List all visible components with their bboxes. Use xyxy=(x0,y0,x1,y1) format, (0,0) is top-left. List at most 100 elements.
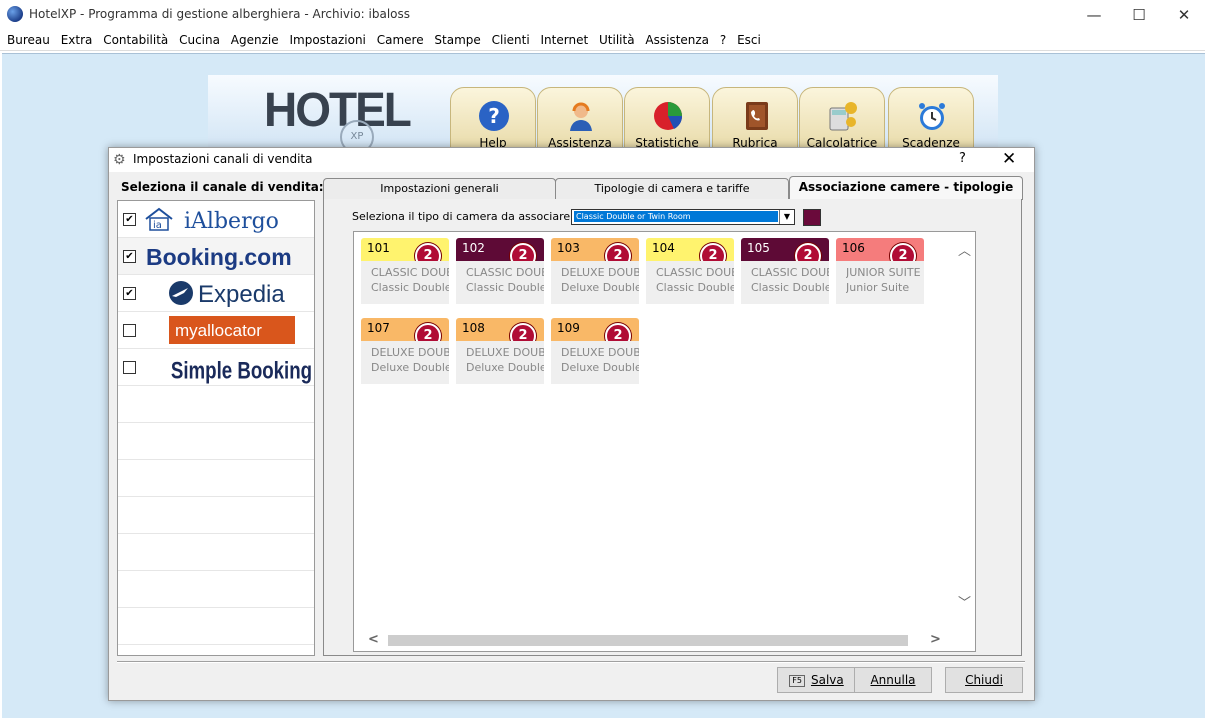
calculator-icon xyxy=(829,102,857,131)
room-card[interactable]: 101 2 CLASSIC DOUB... Classic Double... xyxy=(361,238,449,304)
menu-help[interactable]: ? xyxy=(720,30,726,50)
channel-row-empty xyxy=(118,386,314,423)
menu-assistenza[interactable]: Assistenza xyxy=(645,30,709,50)
room-number: 101 xyxy=(367,241,390,255)
chevron-down-icon[interactable]: ▼ xyxy=(779,210,794,224)
vertical-scrollbar[interactable]: ︿ ﹀ xyxy=(955,232,973,615)
room-type: CLASSIC DOUB... xyxy=(371,266,449,279)
channel-list: ✔ ia iAlbergo ✔ Booking.com ✔ Expedia mya… xyxy=(117,200,331,656)
menu-esci[interactable]: Esci xyxy=(737,30,761,50)
menu-clienti[interactable]: Clienti xyxy=(492,30,530,50)
channel-checkbox-ialbergo[interactable]: ✔ xyxy=(123,213,136,226)
close-button[interactable]: Chiudi xyxy=(945,667,1023,693)
ialbergo-logo-text: iAlbergo xyxy=(184,209,279,234)
room-desc: Classic Double... xyxy=(371,281,449,294)
dialog-titlebar: ⚙ Impostazioni canali di vendita ? ✕ xyxy=(109,148,1034,172)
close-window-button[interactable]: ✕ xyxy=(1161,2,1205,28)
simplebooking-logo-text: Simple Booking™ xyxy=(171,356,312,384)
room-card[interactable]: 105 2 CLASSIC DOUB... Classic Double... xyxy=(741,238,829,304)
channel-row-empty xyxy=(118,460,314,497)
channel-row-simplebooking[interactable]: Simple Booking™ xyxy=(118,349,331,386)
room-card[interactable]: 106 2 JUNIOR SUITE Junior Suite xyxy=(836,238,924,304)
toolbar-scadenze-button[interactable]: Scadenze xyxy=(888,87,974,155)
menu-camere[interactable]: Camere xyxy=(377,30,424,50)
f5-key-icon: F5 xyxy=(789,674,805,687)
toolbar-assistenza-button[interactable]: Assistenza xyxy=(537,87,623,155)
room-desc: Junior Suite xyxy=(846,281,910,294)
toolbar-rubrica-button[interactable]: Rubrica xyxy=(712,87,798,155)
room-card[interactable]: 102 2 CLASSIC DOUB... Classic Double... xyxy=(456,238,544,304)
svg-text:?: ? xyxy=(488,104,500,128)
channel-checkbox-booking[interactable]: ✔ xyxy=(123,250,136,263)
dialog-help-button[interactable]: ? xyxy=(959,151,966,166)
channel-row-empty xyxy=(118,571,314,608)
myallocator-logo: myallocator xyxy=(142,312,312,348)
expedia-logo-text: Expedia xyxy=(198,281,285,308)
minimize-button[interactable]: — xyxy=(1071,2,1117,28)
alarm-clock-icon xyxy=(919,103,945,130)
chevron-left-icon[interactable]: < xyxy=(368,632,379,647)
menu-impostazioni[interactable]: Impostazioni xyxy=(289,30,365,50)
channel-row-booking[interactable]: ✔ Booking.com xyxy=(118,238,314,275)
save-button[interactable]: F5 Salva xyxy=(777,667,856,693)
menu-bar: Bureau Extra Contabilità Cucina Agenzie … xyxy=(0,30,1205,51)
menu-agenzie[interactable]: Agenzie xyxy=(231,30,279,50)
help-icon: ? xyxy=(479,101,509,131)
menu-stampe[interactable]: Stampe xyxy=(434,30,480,50)
channel-row-ialbergo[interactable]: ✔ ia iAlbergo xyxy=(118,201,314,238)
room-card[interactable]: 109 2 DELUXE DOUBLE Deluxe Double ... xyxy=(551,318,639,384)
room-type: DELUXE DOUBLE xyxy=(371,346,449,359)
menu-extra[interactable]: Extra xyxy=(61,30,93,50)
room-type-color-swatch xyxy=(803,209,821,226)
channel-row-expedia[interactable]: ✔ Expedia xyxy=(118,275,314,312)
channel-checkbox-expedia[interactable]: ✔ xyxy=(123,287,136,300)
channel-checkbox-myallocator[interactable] xyxy=(123,324,136,337)
tab-tipologie-camera-tariffe[interactable]: Tipologie di camera e tariffe xyxy=(555,178,789,199)
channel-checkbox-simplebooking[interactable] xyxy=(123,361,136,374)
room-card[interactable]: 103 2 DELUXE DOUBLE Deluxe Double ... xyxy=(551,238,639,304)
dialog-close-button[interactable]: ✕ xyxy=(1002,149,1016,169)
scrollbar-thumb[interactable] xyxy=(388,635,908,646)
channels-header: Seleziona il canale di vendita: xyxy=(121,180,324,194)
channel-row-myallocator[interactable]: myallocator xyxy=(118,312,314,349)
room-card[interactable]: 107 2 DELUXE DOUBLE Deluxe Double ... xyxy=(361,318,449,384)
divider xyxy=(117,661,1025,663)
chevron-right-icon[interactable]: > xyxy=(930,632,941,647)
room-number: 106 xyxy=(842,241,865,255)
rooms-grid: 101 2 CLASSIC DOUB... Classic Double... … xyxy=(353,231,976,652)
toolbar-help-button[interactable]: ? Help xyxy=(450,87,536,155)
chevron-down-icon[interactable]: ﹀ xyxy=(958,592,971,611)
close-button-label: Chiudi xyxy=(965,673,1003,687)
chevron-up-icon[interactable]: ︿ xyxy=(958,240,971,259)
menu-cucina[interactable]: Cucina xyxy=(179,30,220,50)
channel-row-empty xyxy=(118,608,314,645)
pie-chart-icon xyxy=(654,102,683,130)
horizontal-scrollbar[interactable]: < > xyxy=(354,632,954,649)
booking-logo-text: Booking.com xyxy=(146,244,292,270)
room-card[interactable]: 104 2 CLASSIC DOUB... Classic Double... xyxy=(646,238,734,304)
room-desc: Deluxe Double ... xyxy=(371,361,449,374)
room-number: 107 xyxy=(367,321,390,335)
room-type: DELUXE DOUBLE xyxy=(561,346,639,359)
window-title: HotelXP - Programma di gestione alberghi… xyxy=(29,7,411,21)
room-desc: Deluxe Double ... xyxy=(466,361,544,374)
toolbar-statistiche-button[interactable]: Statistiche xyxy=(624,87,710,155)
menu-contabilita[interactable]: Contabilità xyxy=(103,30,168,50)
tab-impostazioni-generali[interactable]: Impostazioni generali xyxy=(323,178,556,199)
room-number: 109 xyxy=(557,321,580,335)
room-number: 108 xyxy=(462,321,485,335)
room-card[interactable]: 108 2 DELUXE DOUBLE Deluxe Double ... xyxy=(456,318,544,384)
room-number: 102 xyxy=(462,241,485,255)
maximize-button[interactable]: ☐ xyxy=(1116,2,1162,28)
menu-utilita[interactable]: Utilità xyxy=(599,30,635,50)
gears-icon: ⚙ xyxy=(113,152,126,168)
toolbar-calcolatrice-button[interactable]: Calcolatrice xyxy=(799,87,885,155)
tab-associazione-camere[interactable]: Associazione camere - tipologie xyxy=(789,176,1023,200)
myallocator-logo-text: myallocator xyxy=(175,321,262,340)
room-type-select[interactable]: Classic Double or Twin Room ▼ xyxy=(571,209,795,225)
menu-internet[interactable]: Internet xyxy=(541,30,589,50)
cancel-button[interactable]: Annulla xyxy=(854,667,932,693)
menu-bureau[interactable]: Bureau xyxy=(7,30,50,50)
room-type: CLASSIC DOUB... xyxy=(751,266,829,279)
room-type: CLASSIC DOUB... xyxy=(656,266,734,279)
